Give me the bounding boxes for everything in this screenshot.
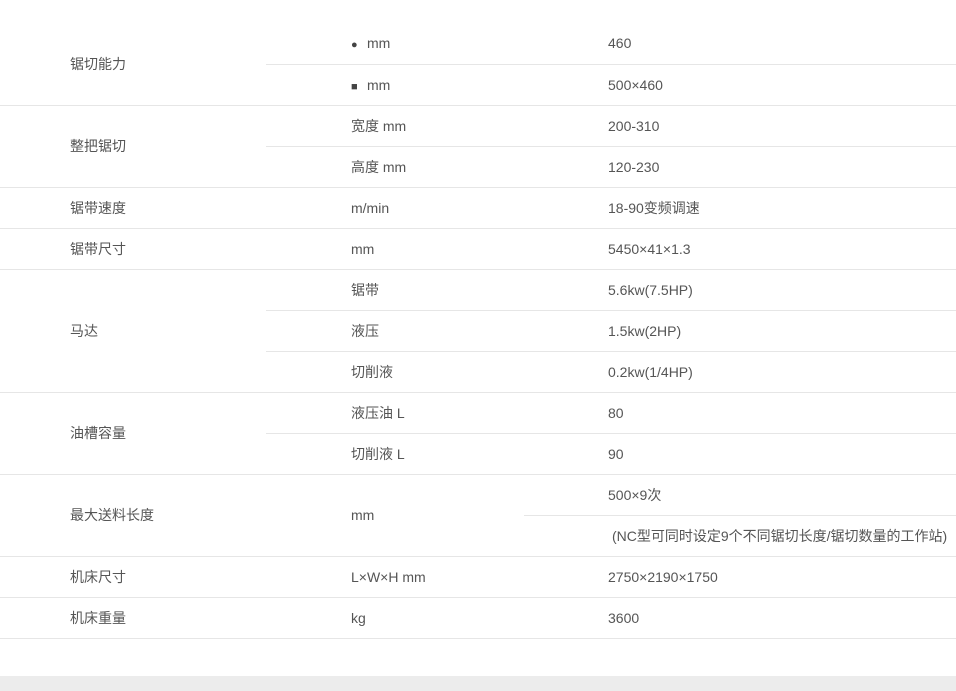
value-cell: 3600 xyxy=(524,597,956,639)
table-row: 机床尺寸 L×W×H mm 2750×2190×1750 xyxy=(0,556,956,598)
value-cell: 500×460 xyxy=(524,64,956,106)
sub-label: kg xyxy=(266,597,524,639)
value-cell: 0.2kw(1/4HP) xyxy=(524,351,956,393)
sub-label: 切削液 xyxy=(266,351,524,393)
square-section-icon: ■ xyxy=(351,80,358,93)
table-row: 马达 锯带 5.6kw(7.5HP) xyxy=(0,269,956,393)
value-cell: 1.5kw(2HP) xyxy=(524,310,956,352)
sub-label: ● mm xyxy=(266,23,524,65)
value-cell: 460 xyxy=(524,23,956,65)
value-cell: 120-230 xyxy=(524,146,956,188)
row-label-machine-size: 机床尺寸 xyxy=(0,556,266,598)
value-note: (NC型可同时设定9个不同锯切长度/锯切数量的工作站) xyxy=(524,515,956,557)
table-row: 锯带尺寸 mm 5450×41×1.3 xyxy=(0,228,956,270)
sub-label: ■ mm xyxy=(266,64,524,106)
table-row: 锯切能力 ● mm 460 xyxy=(0,23,956,106)
row-label-tank-capacity: 油槽容量 xyxy=(0,392,266,475)
round-section-icon: ● xyxy=(351,39,358,52)
row-label-bundle-cutting: 整把锯切 xyxy=(0,105,266,188)
table-row: 锯带速度 m/min 18-90变频调速 xyxy=(0,187,956,229)
row-label-blade-size: 锯带尺寸 xyxy=(0,228,266,270)
value-cell: 80 xyxy=(524,392,956,434)
table-row: 机床重量 kg 3600 xyxy=(0,597,956,639)
sub-label: 液压油 L xyxy=(266,392,524,434)
row-label-max-feed-length: 最大送料长度 xyxy=(0,474,266,557)
sub-label: m/min xyxy=(266,187,524,229)
footer-band xyxy=(0,676,956,691)
value-cell: 5.6kw(7.5HP) xyxy=(524,269,956,311)
value-cell: 90 xyxy=(524,433,956,475)
sub-label: L×W×H mm xyxy=(266,556,524,598)
sub-label: mm xyxy=(266,474,524,557)
sub-label: mm xyxy=(266,228,524,270)
sub-label: 宽度 mm xyxy=(266,105,524,147)
value-cell: 5450×41×1.3 xyxy=(524,228,956,270)
value-cell: 18-90变频调速 xyxy=(524,187,956,229)
row-label-machine-weight: 机床重量 xyxy=(0,597,266,639)
table-row: 油槽容量 液压油 L 80 xyxy=(0,392,956,475)
spec-table: 锯切能力 ● mm 460 ■ mm 500×460 整把锯切 宽度 mm 200-… xyxy=(0,23,956,639)
table-row: 最大送料长度 mm 500×9次 xyxy=(0,474,956,557)
row-label-blade-speed: 锯带速度 xyxy=(0,187,266,229)
value-cell: 2750×2190×1750 xyxy=(524,556,956,598)
sub-label: 液压 xyxy=(266,310,524,352)
table-row: 整把锯切 宽度 mm 200-310 xyxy=(0,105,956,188)
row-label-motor: 马达 xyxy=(0,269,266,393)
row-label-cutting-capacity: 锯切能力 xyxy=(0,23,266,106)
value-cell: 500×9次 xyxy=(524,474,956,516)
value-cell: 200-310 xyxy=(524,105,956,147)
sub-label: 高度 mm xyxy=(266,146,524,188)
sub-label: 切削液 L xyxy=(266,433,524,475)
sub-label: 锯带 xyxy=(266,269,524,311)
unit-text: mm xyxy=(367,35,391,52)
unit-text: mm xyxy=(367,76,391,93)
